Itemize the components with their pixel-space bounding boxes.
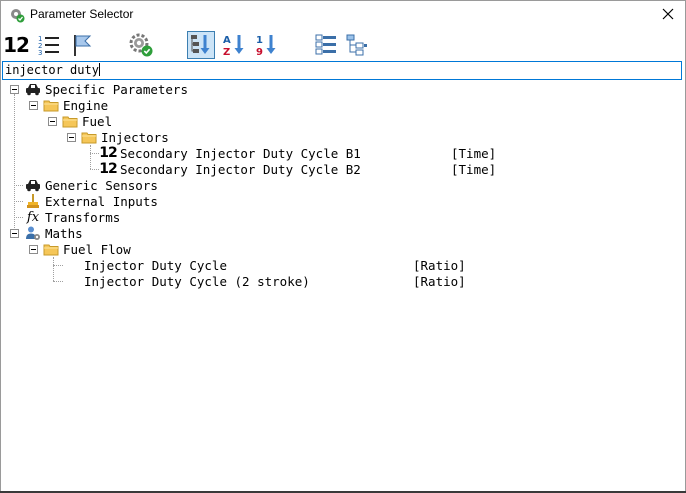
svg-text:9: 9 [256, 47, 263, 57]
collapse-toggle[interactable] [29, 101, 38, 110]
parameter-unit: [Time] [451, 146, 497, 161]
tree-node-label: Specific Parameters [45, 81, 188, 97]
tree-node-maths[interactable]: Maths [25, 225, 83, 241]
sort-numeric-button[interactable]: 1 9 [252, 31, 280, 59]
close-button[interactable] [651, 1, 685, 27]
tree-node-injectors[interactable]: Injectors [81, 129, 169, 145]
folder-icon [43, 97, 59, 113]
parameter-name: Secondary Injector Duty Cycle B1 [120, 145, 361, 161]
flag-icon [74, 35, 92, 56]
user-gear-icon [25, 225, 41, 241]
numeric-view-button[interactable]: 12 [2, 31, 30, 59]
parameter-name: Injector Duty Cycle [84, 257, 227, 273]
parameter-tree: Specific Parameters Engine Fuel Injector… [1, 81, 685, 491]
tree-leaf-secondary-injector-b2[interactable]: 12 Secondary Injector Duty Cycle B2 [99, 161, 361, 177]
car-icon [25, 177, 41, 193]
sort-alpha-button[interactable]: A Z [220, 31, 248, 59]
tree-leaf-secondary-injector-b1[interactable]: 12 Secondary Injector Duty Cycle B1 [99, 145, 361, 161]
window-title: Parameter Selector [30, 7, 134, 21]
title-bar: Parameter Selector [1, 1, 685, 29]
tree-line [53, 265, 63, 266]
tree-node-fuel[interactable]: Fuel [62, 113, 112, 129]
tree-node-transforms[interactable]: fx Transforms [25, 209, 120, 225]
numbered-list-icon: 1 2 3 [38, 35, 59, 57]
tree-line [53, 281, 63, 282]
collapse-toggle[interactable] [67, 133, 76, 142]
sort-alpha-icon: A Z [223, 35, 244, 57]
folder-icon [43, 241, 59, 257]
collapse-tree-button[interactable] [343, 31, 371, 59]
tree-node-label: Fuel [82, 113, 113, 129]
tree-node-external-inputs[interactable]: External Inputs [25, 193, 158, 209]
tree-node-label: Maths [45, 225, 83, 241]
settings-check-icon [129, 33, 153, 57]
numeric-view-icon: 12 [3, 33, 30, 57]
tree-leaf-injector-duty-cycle-2-stroke[interactable]: Injector Duty Cycle (2 stroke) [80, 273, 310, 289]
expand-all-button[interactable] [312, 31, 340, 59]
parameter-name: Secondary Injector Duty Cycle B2 [120, 161, 361, 177]
folder-icon [62, 113, 78, 129]
numeric-parameter-icon: 12 [99, 145, 117, 161]
search-input[interactable]: injector duty [2, 61, 682, 80]
collapse-toggle[interactable] [29, 245, 38, 254]
tree-line [90, 145, 91, 169]
numbered-list-button[interactable]: 1 2 3 [35, 31, 63, 59]
close-icon [662, 8, 674, 20]
tree-node-label: Engine [63, 97, 109, 113]
svg-text:1: 1 [256, 35, 263, 46]
parameter-name: Injector Duty Cycle (2 stroke) [84, 273, 310, 289]
numeric-parameter-icon: 12 [99, 161, 117, 177]
tree-leaf-injector-duty-cycle[interactable]: Injector Duty Cycle [80, 257, 227, 273]
folder-icon [81, 129, 97, 145]
tree-node-specific-parameters[interactable]: Specific Parameters [25, 81, 188, 97]
tree-line [90, 153, 99, 154]
parameter-unit: [Ratio] [413, 258, 466, 273]
tree-line [90, 169, 99, 170]
settings-button[interactable] [127, 31, 155, 59]
tree-line [14, 185, 23, 186]
svg-text:3: 3 [38, 49, 42, 57]
input-plug-icon [25, 193, 41, 209]
app-gear-icon [9, 7, 25, 23]
parameter-unit: [Ratio] [413, 274, 466, 289]
tree-node-label: Generic Sensors [45, 177, 158, 193]
tree-line [14, 217, 23, 218]
collapse-toggle[interactable] [10, 85, 19, 94]
parameter-selector-window: Parameter Selector 12 1 2 3 A Z 1 9 inje… [0, 0, 686, 493]
search-input-value: injector duty [5, 63, 99, 77]
tree-node-label: External Inputs [45, 193, 158, 209]
car-icon [25, 81, 41, 97]
tree-node-label: Transforms [45, 209, 121, 225]
sort-tree-button[interactable] [187, 31, 215, 59]
sort-tree-icon [191, 35, 210, 54]
collapse-toggle[interactable] [10, 229, 19, 238]
tree-node-label: Injectors [101, 129, 169, 145]
function-icon: fx [26, 209, 40, 225]
tree-node-generic-sensors[interactable]: Generic Sensors [25, 177, 158, 193]
tree-node-engine[interactable]: Engine [43, 97, 108, 113]
tree-line [14, 201, 23, 202]
tree-node-label: Fuel Flow [63, 241, 131, 257]
collapse-tree-icon [346, 34, 367, 56]
svg-text:A: A [223, 35, 231, 46]
tree-line [53, 257, 54, 281]
parameter-unit: [Time] [451, 162, 497, 177]
toolbar: 12 1 2 3 A Z 1 9 [1, 30, 685, 60]
svg-text:Z: Z [223, 47, 230, 57]
text-caret [98, 63, 100, 76]
collapse-toggle[interactable] [48, 117, 57, 126]
tree-node-fuel-flow[interactable]: Fuel Flow [43, 241, 131, 257]
sort-numeric-icon: 1 9 [256, 35, 276, 57]
flag-button[interactable] [68, 31, 96, 59]
expand-all-icon [315, 34, 336, 55]
